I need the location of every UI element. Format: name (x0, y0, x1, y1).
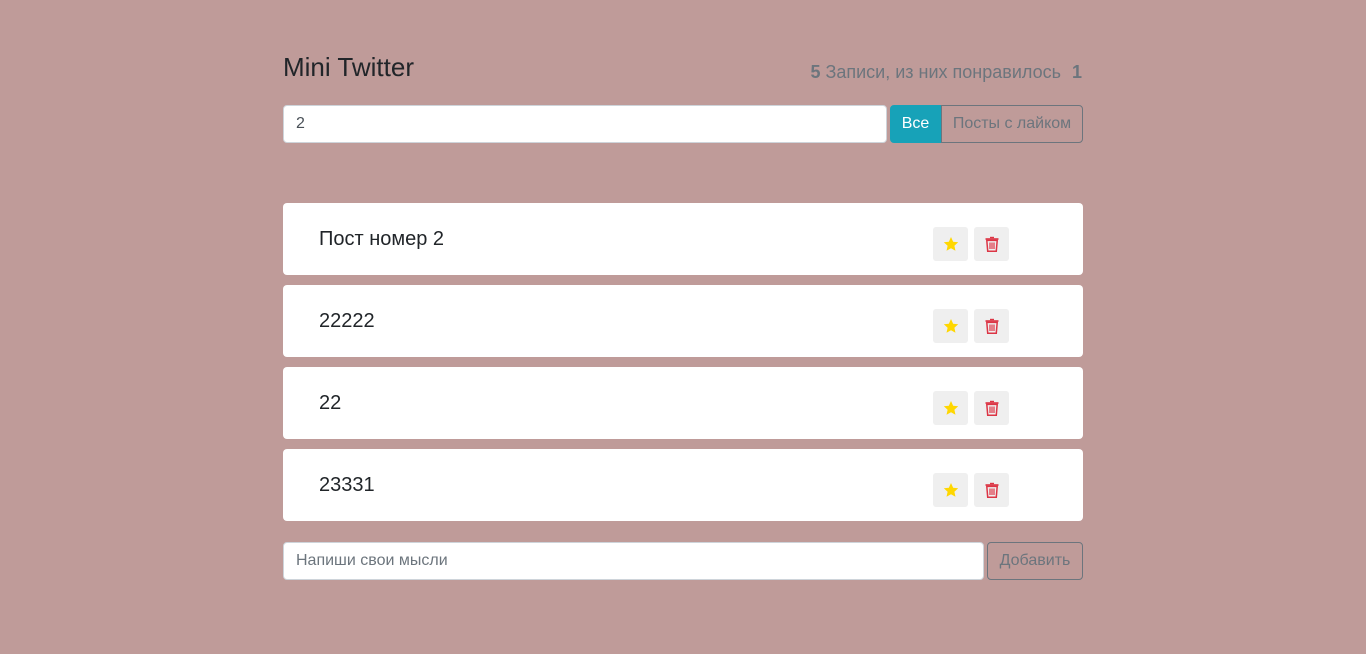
app-header: Mini Twitter 5 Записи, из них понравилос… (283, 50, 1083, 86)
post-label[interactable]: 22222 (319, 285, 375, 357)
filter-all-button[interactable]: Все (890, 105, 941, 143)
trash-icon (985, 318, 998, 334)
delete-button[interactable] (974, 227, 1009, 261)
trash-icon (985, 236, 998, 252)
star-icon (943, 483, 958, 497)
post-item: Пост номер 2 (283, 203, 1083, 275)
like-button[interactable] (933, 309, 968, 343)
delete-button[interactable] (974, 391, 1009, 425)
page-title: Mini Twitter (283, 52, 414, 82)
post-item: 22 (283, 367, 1083, 439)
like-button[interactable] (933, 391, 968, 425)
filter-button-group: Все Посты с лайком (890, 105, 1083, 143)
liked-count: 1 (1071, 62, 1082, 82)
post-label[interactable]: 23331 (319, 449, 375, 521)
new-post-input[interactable] (283, 542, 984, 580)
add-post-button[interactable]: Добавить (987, 542, 1083, 580)
delete-button[interactable] (974, 309, 1009, 343)
total-count: 5 (810, 62, 821, 82)
star-icon (943, 237, 958, 251)
star-icon (943, 401, 958, 415)
post-label[interactable]: 22 (319, 367, 341, 439)
search-input[interactable] (283, 105, 887, 143)
trash-icon (985, 482, 998, 498)
stats-label: Записи, из них понравилось (825, 62, 1061, 82)
post-label[interactable]: Пост номер 2 (319, 203, 444, 275)
search-panel: Все Посты с лайком (283, 105, 1083, 143)
like-button[interactable] (933, 473, 968, 507)
post-item: 23331 (283, 449, 1083, 521)
post-stats: 5 Записи, из них понравилось 1 (810, 59, 1082, 85)
filter-liked-button[interactable]: Посты с лайком (941, 105, 1083, 143)
post-add-form: Добавить (283, 542, 1083, 580)
delete-button[interactable] (974, 473, 1009, 507)
trash-icon (985, 400, 998, 416)
star-icon (943, 319, 958, 333)
like-button[interactable] (933, 227, 968, 261)
post-item: 22222 (283, 285, 1083, 357)
